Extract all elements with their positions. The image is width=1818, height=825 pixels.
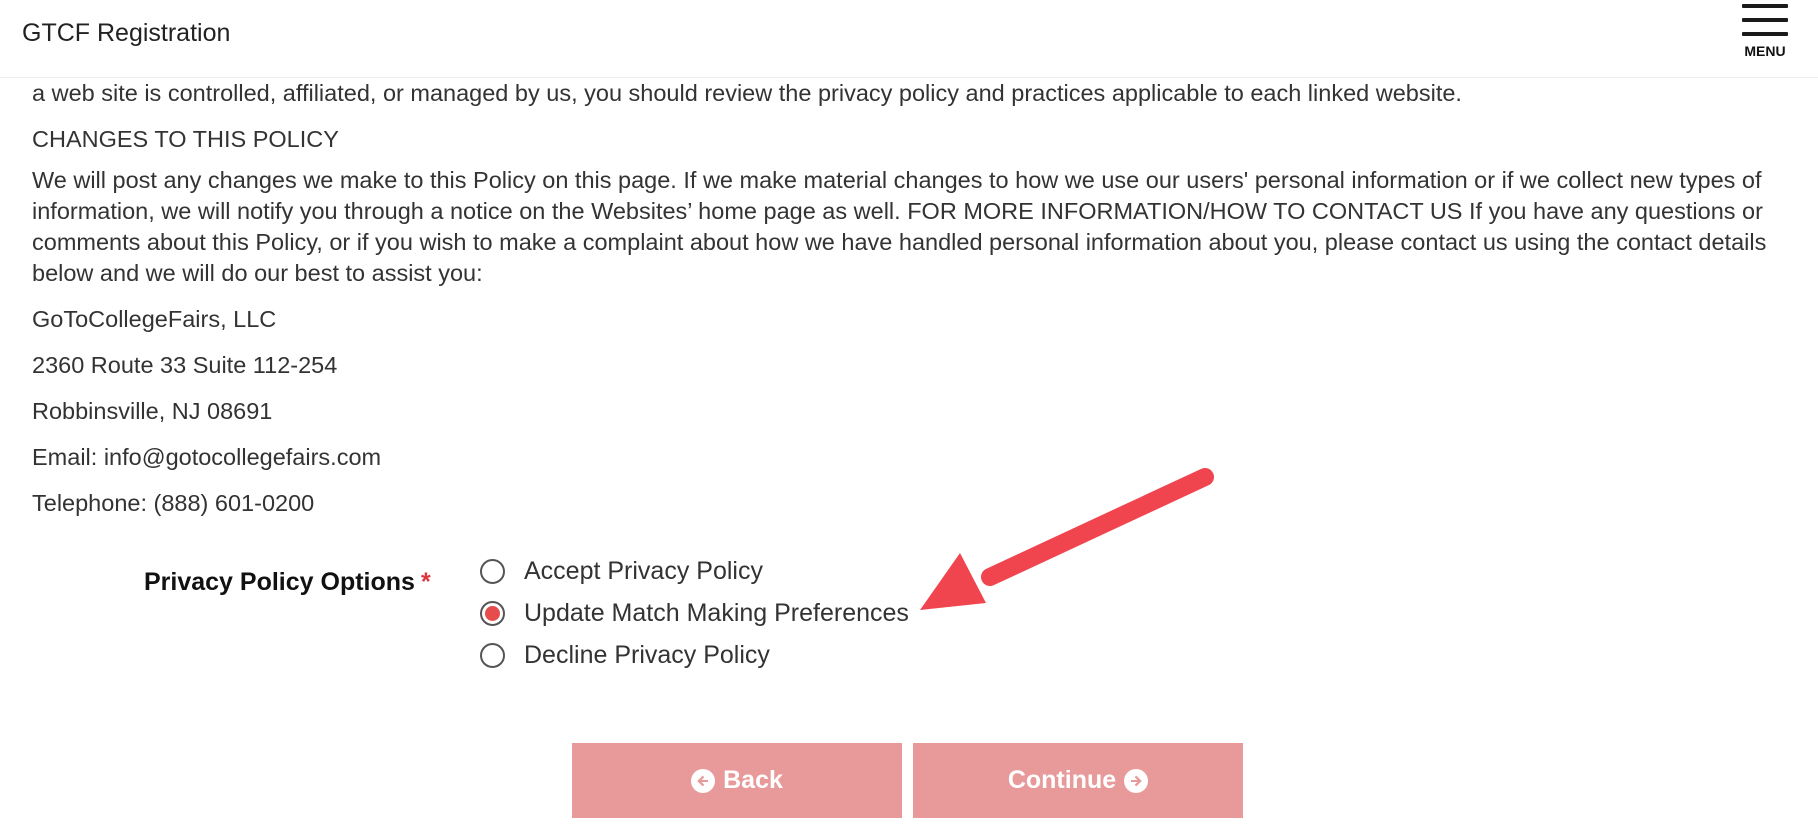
- radio-label[interactable]: Decline Privacy Policy: [524, 641, 770, 670]
- radio-label[interactable]: Update Match Making Preferences: [524, 599, 909, 628]
- top-bar: GTCF Registration MENU: [0, 0, 1818, 78]
- contact-telephone: Telephone: (888) 601-0200: [32, 490, 315, 516]
- back-button[interactable]: Back: [572, 743, 902, 818]
- required-marker: *: [420, 568, 431, 596]
- radio-button[interactable]: [480, 558, 505, 584]
- radio-button[interactable]: [480, 642, 505, 668]
- privacy-options-label-text: Privacy Policy Options: [144, 568, 415, 596]
- address-line-2: Robbinsville, NJ 08691: [32, 398, 273, 424]
- arrow-circle-left-icon: [691, 768, 716, 793]
- arrow-circle-right-icon: [1124, 768, 1149, 793]
- privacy-options-radio-group: Accept Privacy Policy Update Match Makin…: [480, 550, 909, 676]
- hamburger-icon: [1742, 2, 1788, 38]
- changes-paragraph: We will post any changes we make to this…: [32, 167, 1767, 286]
- radio-decline-privacy-policy[interactable]: Decline Privacy Policy: [480, 634, 909, 676]
- back-button-label: Back: [723, 766, 783, 794]
- privacy-options-label: Privacy Policy Options *: [144, 568, 431, 597]
- privacy-policy-options: Privacy Policy Options * Accept Privacy P…: [0, 550, 1818, 680]
- menu-label: MENU: [1744, 43, 1786, 59]
- changes-heading: CHANGES TO THIS POLICY: [32, 126, 339, 152]
- contact-email: Email: info@gotocollegefairs.com: [32, 444, 382, 470]
- radio-update-match-making-preferences[interactable]: Update Match Making Preferences: [480, 592, 909, 634]
- privacy-policy-text: a web site is controlled, affiliated, or…: [32, 78, 1782, 534]
- form-navigation: Back Continue: [572, 743, 1243, 818]
- continue-button-label: Continue: [1007, 766, 1117, 794]
- radio-accept-privacy-policy[interactable]: Accept Privacy Policy: [480, 550, 909, 592]
- company-name: GoToCollegeFairs, LLC: [32, 306, 277, 332]
- address-line-1: 2360 Route 33 Suite 112-254: [32, 352, 338, 378]
- menu-button[interactable]: MENU: [1740, 2, 1790, 60]
- radio-label[interactable]: Accept Privacy Policy: [524, 557, 763, 586]
- registration-page: GTCF Registration MENU a web site is con…: [0, 0, 1818, 825]
- radio-button-selected[interactable]: [480, 600, 505, 626]
- continue-button[interactable]: Continue: [913, 743, 1243, 818]
- linked-sites-paragraph: a web site is controlled, affiliated, or…: [32, 80, 1462, 106]
- app-title: GTCF Registration: [22, 19, 231, 47]
